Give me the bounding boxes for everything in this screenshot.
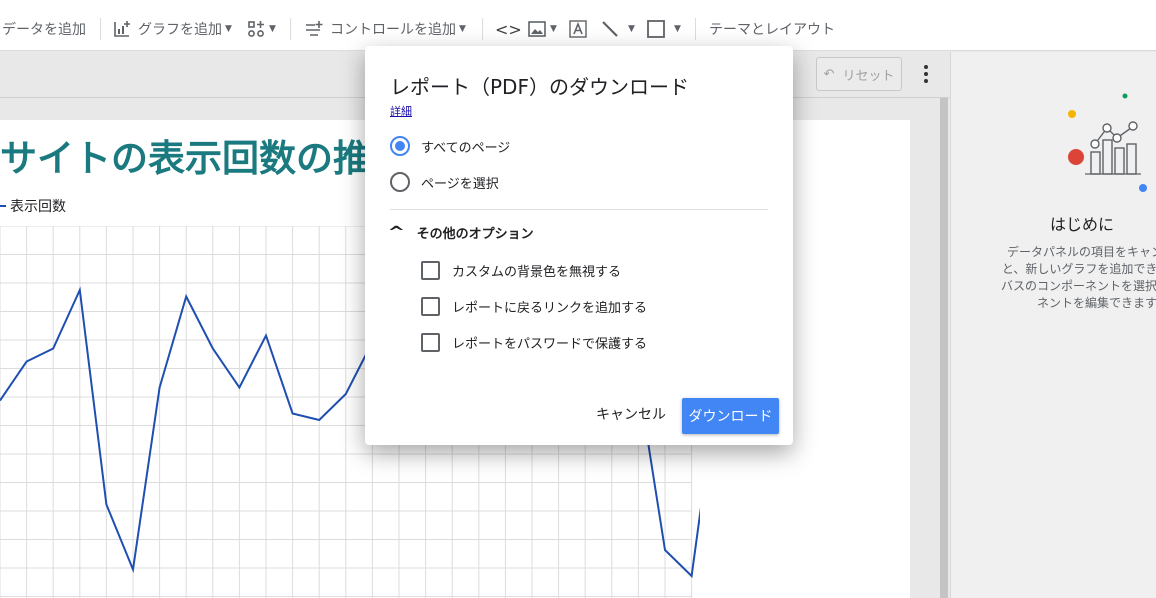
more-options-icon[interactable] bbox=[920, 62, 932, 86]
checkbox-icon[interactable] bbox=[421, 332, 440, 352]
more-options-label: その他のオプション bbox=[416, 226, 534, 242]
more-options-toggle[interactable]: ^ その他のオプション bbox=[387, 221, 534, 243]
toolbar: データを追加 グラフを追加 ▼ ▼ コントロールを追加 ▼ <> ▼ ▼ ▼ テ… bbox=[0, 0, 1156, 51]
chevron-down-icon: ▼ bbox=[225, 24, 232, 34]
radio-unchecked-icon[interactable] bbox=[390, 172, 410, 192]
page-title: サイトの表示回数の推移 bbox=[0, 137, 407, 180]
description-line: と、新しいグラフを追加できます。 bbox=[1001, 262, 1156, 276]
chevron-down-icon: ▼ bbox=[628, 24, 635, 34]
toolbar-divider bbox=[100, 18, 101, 40]
image-button[interactable]: ▼ bbox=[527, 18, 557, 40]
radio-select-pages-label: ページを選択 bbox=[421, 176, 499, 192]
toolbar-divider bbox=[482, 18, 483, 40]
right-panel: はじめに データパネルの項目をキャンバス と、新しいグラフを追加できます。 バス… bbox=[950, 52, 1156, 598]
chevron-down-icon: ▼ bbox=[459, 24, 466, 34]
download-button[interactable]: ダウンロード bbox=[682, 398, 779, 434]
add-chart-label: グラフを追加 bbox=[138, 22, 222, 38]
description-line: バスのコンポーネントを選択すると bbox=[1000, 279, 1156, 293]
legend-line-marker bbox=[0, 205, 6, 207]
rectangle-icon bbox=[647, 20, 665, 38]
shape-button[interactable]: ▼ bbox=[646, 18, 681, 40]
add-data-button[interactable]: データを追加 bbox=[2, 18, 86, 40]
option-password-protect[interactable]: レポートをパスワードで保護する bbox=[421, 331, 647, 353]
download-pdf-dialog: レポート（PDF）のダウンロード 詳細 すべてのページ ページを選択 ^ その他… bbox=[365, 46, 793, 445]
add-chart-button[interactable]: グラフを追加 ▼ bbox=[112, 18, 232, 40]
option-password-protect-label: レポートをパスワードで保護する bbox=[452, 336, 648, 352]
toolbar-divider bbox=[695, 18, 696, 40]
legend-label: 表示回数 bbox=[10, 199, 66, 215]
add-control-button[interactable]: コントロールを追加 ▼ bbox=[304, 18, 466, 40]
text-icon bbox=[569, 20, 587, 38]
radio-select-pages[interactable]: ページを選択 bbox=[390, 171, 499, 193]
theme-layout-button[interactable]: テーマとレイアウト bbox=[709, 18, 835, 40]
add-chart-icon bbox=[114, 21, 130, 37]
add-data-label: データを追加 bbox=[2, 22, 86, 38]
toolbar-divider bbox=[290, 18, 291, 40]
checkbox-icon[interactable] bbox=[421, 260, 440, 280]
add-control-label: コントロールを追加 bbox=[330, 22, 456, 38]
cancel-button[interactable]: キャンセル bbox=[587, 399, 675, 429]
radio-all-pages[interactable]: すべてのページ bbox=[390, 135, 510, 157]
description-line: データパネルの項目をキャンバス bbox=[1006, 245, 1156, 259]
option-ignore-background-label: カスタムの背景色を無視する bbox=[452, 264, 622, 280]
radio-checked-icon[interactable] bbox=[390, 136, 410, 156]
dialog-divider bbox=[390, 209, 768, 210]
checkbox-icon[interactable] bbox=[421, 296, 440, 316]
option-ignore-background[interactable]: カスタムの背景色を無視する bbox=[421, 259, 621, 281]
option-add-report-link[interactable]: レポートに戻るリンクを追加する bbox=[421, 295, 647, 317]
chevron-down-icon: ▼ bbox=[269, 24, 276, 34]
reset-label: リセット bbox=[842, 68, 895, 84]
text-button[interactable] bbox=[568, 18, 588, 40]
description-line: ネントを編集できます bbox=[1036, 296, 1156, 310]
getting-started-title: はじめに bbox=[1049, 215, 1114, 234]
option-add-report-link-label: レポートに戻るリンクを追加する bbox=[452, 300, 648, 316]
details-link[interactable]: 詳細 bbox=[390, 103, 412, 119]
line-icon bbox=[602, 21, 618, 37]
image-icon bbox=[528, 21, 546, 37]
chevron-down-icon: ▼ bbox=[550, 24, 557, 34]
dialog-title: レポート（PDF）のダウンロード bbox=[390, 75, 689, 99]
line-button[interactable]: ▼ bbox=[600, 18, 635, 40]
components-icon bbox=[248, 21, 264, 37]
chevron-up-icon: ^ bbox=[387, 223, 406, 241]
code-embed-button[interactable]: <> bbox=[495, 18, 522, 40]
undo-icon: ↶ bbox=[823, 66, 835, 82]
control-icon bbox=[306, 21, 323, 36]
reset-button[interactable]: ↶ リセット bbox=[816, 57, 902, 91]
chart-legend: 表示回数 bbox=[0, 196, 66, 216]
radio-all-pages-label: すべてのページ bbox=[421, 140, 511, 156]
getting-started-description: データパネルの項目をキャンバス と、新しいグラフを追加できます。 バスのコンポー… bbox=[967, 244, 1156, 312]
vertical-scrollbar[interactable] bbox=[940, 98, 948, 598]
code-icon: <> bbox=[495, 19, 522, 39]
theme-layout-label: テーマとレイアウト bbox=[709, 22, 835, 38]
chevron-down-icon: ▼ bbox=[674, 24, 681, 34]
getting-started-illustration bbox=[1068, 93, 1147, 192]
add-component-button[interactable]: ▼ bbox=[246, 18, 276, 40]
